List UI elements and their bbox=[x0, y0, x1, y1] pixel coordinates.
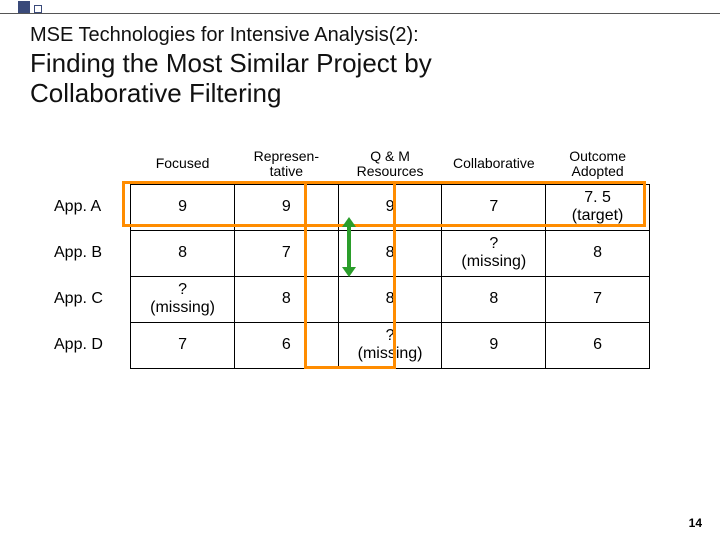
cell: 9 bbox=[234, 184, 338, 230]
pretitle: MSE Technologies for Intensive Analysis(… bbox=[30, 24, 690, 47]
cell: 7 bbox=[546, 276, 650, 322]
data-table-wrap: Focused Represen-tative Q & MResources C… bbox=[50, 147, 650, 369]
row-label: App. C bbox=[50, 276, 131, 322]
col-focused: Focused bbox=[131, 147, 235, 184]
title-line-2: Collaborative Filtering bbox=[30, 79, 690, 109]
cell: 9 bbox=[131, 184, 235, 230]
cell: 6 bbox=[546, 322, 650, 368]
row-label: App. B bbox=[50, 230, 131, 276]
cell: 8 bbox=[234, 276, 338, 322]
col-collaborative: Collaborative bbox=[442, 147, 546, 184]
cell: 7 bbox=[131, 322, 235, 368]
col-qm-resources: Q & MResources bbox=[338, 147, 442, 184]
table-row: App. D 7 6 ?(missing) 9 6 bbox=[50, 322, 650, 368]
title-line-1: Finding the Most Similar Project by bbox=[30, 49, 690, 79]
col-outcome: OutcomeAdopted bbox=[546, 147, 650, 184]
cell: 9 bbox=[442, 322, 546, 368]
row-label: App. A bbox=[50, 184, 131, 230]
cell: 8 bbox=[131, 230, 235, 276]
bullet-empty bbox=[34, 5, 42, 13]
cell-target: 7. 5(target) bbox=[546, 184, 650, 230]
col-representative: Represen-tative bbox=[234, 147, 338, 184]
page-number: 14 bbox=[689, 516, 702, 530]
slide-topbar bbox=[0, 0, 720, 14]
row-label: App. D bbox=[50, 322, 131, 368]
cell: 7 bbox=[234, 230, 338, 276]
similarity-arrow-icon bbox=[347, 225, 351, 269]
cell: 8 bbox=[338, 276, 442, 322]
cell-missing: ?(missing) bbox=[338, 322, 442, 368]
cell: 6 bbox=[234, 322, 338, 368]
table-row: App. C ?(missing) 8 8 8 7 bbox=[50, 276, 650, 322]
cell: 8 bbox=[442, 276, 546, 322]
cell-missing: ?(missing) bbox=[442, 230, 546, 276]
table-header-row: Focused Represen-tative Q & MResources C… bbox=[50, 147, 650, 184]
cell-missing: ?(missing) bbox=[131, 276, 235, 322]
cell: 7 bbox=[442, 184, 546, 230]
bullet-filled bbox=[18, 1, 30, 13]
cell: 8 bbox=[546, 230, 650, 276]
